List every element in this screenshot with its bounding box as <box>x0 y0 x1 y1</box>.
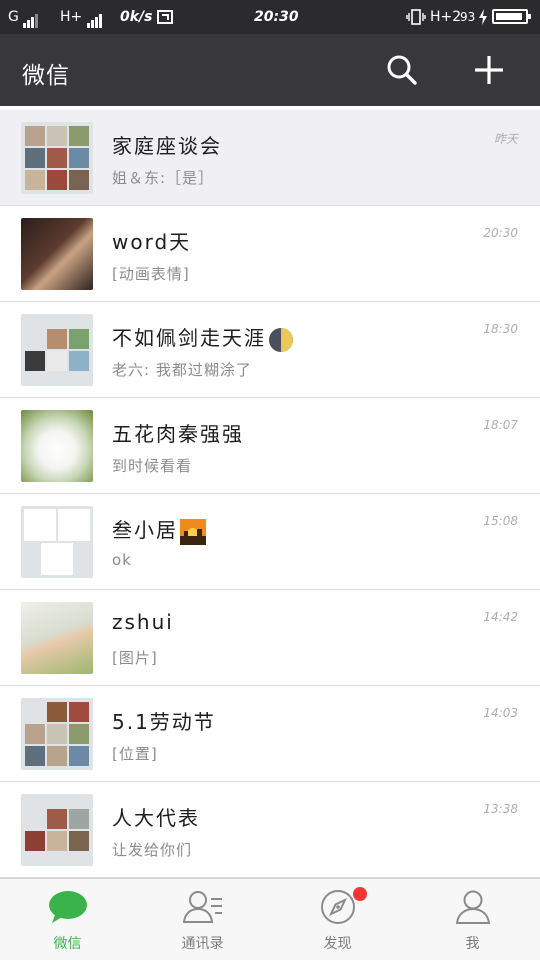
chat-name-text: 叁小居 <box>112 518 178 542</box>
network-speed: 0k/s <box>120 9 153 25</box>
chat-name: 人大代表 <box>112 806 200 830</box>
chat-time: 14:03 <box>483 706 518 720</box>
page-title: 微信 <box>22 63 70 89</box>
chat-row-zshui[interactable]: zshui [图片] 14:42 <box>0 590 540 686</box>
chat-row-labor-day[interactable]: 5.1劳动节 [位置] 14:03 <box>0 686 540 782</box>
group-avatar <box>21 698 93 770</box>
dog-avatar <box>21 410 93 482</box>
screenshot-icon <box>156 9 174 29</box>
add-button[interactable] <box>470 52 508 88</box>
chat-preview: 到时候看看 <box>112 457 193 475</box>
group-avatar <box>21 314 93 386</box>
chat-name: word天 <box>112 230 192 254</box>
network-type: H+2 <box>430 9 462 25</box>
search-icon <box>387 55 417 85</box>
chat-list: 家庭座谈会 姐＆东:［是］ 昨天 word天 [动画表情] 20:30 不如佩剑… <box>0 110 540 878</box>
chat-name-text: 不如佩剑走天涯 <box>112 326 266 350</box>
tab-wechat[interactable]: 微信 <box>0 879 135 960</box>
tab-label: 微信 <box>53 936 82 952</box>
user-avatar <box>21 602 93 674</box>
chat-row-sword[interactable]: 不如佩剑走天涯 老六: 我都过糊涂了 18:30 <box>0 302 540 398</box>
battery-icon <box>492 9 531 24</box>
chat-preview: 姐＆东:［是］ <box>112 169 215 187</box>
chat-preview: 让发给你们 <box>112 841 193 859</box>
chat-bubble-icon <box>48 891 87 923</box>
tab-discover[interactable]: 发现 <box>270 879 405 960</box>
chat-preview: 老六: 我都过糊涂了 <box>112 361 252 379</box>
moon-emoji-icon <box>269 327 293 352</box>
status-time: 20:30 <box>254 9 299 25</box>
tab-label: 我 <box>465 936 480 952</box>
chat-time: 18:07 <box>483 418 518 432</box>
contacts-icon <box>182 891 222 923</box>
chat-row-word[interactable]: word天 [动画表情] 20:30 <box>0 206 540 302</box>
chat-time: 15:08 <box>483 514 518 528</box>
chat-row-npc[interactable]: 人大代表 让发给你们 13:38 <box>0 782 540 878</box>
battery-percent: 93 <box>460 10 476 24</box>
group-avatar <box>21 506 93 578</box>
notification-badge <box>353 887 367 901</box>
header: 微信 <box>0 34 540 106</box>
chat-time: 18:30 <box>483 322 518 336</box>
carrier-label-1: G <box>8 9 19 25</box>
group-avatar <box>21 794 93 866</box>
chat-preview: [图片] <box>112 649 158 667</box>
tab-bar: 微信 通讯录 发现 我 <box>0 878 540 960</box>
chat-row-sanxiaoju[interactable]: 叁小居 ok 15:08 <box>0 494 540 590</box>
carrier-label-2: H+ <box>60 9 83 25</box>
chat-name: 5.1劳动节 <box>112 710 216 734</box>
chat-name: 叁小居 <box>112 514 206 545</box>
chat-preview: [动画表情] <box>112 265 190 283</box>
search-button[interactable] <box>384 52 420 88</box>
sunset-emoji-icon <box>180 518 206 545</box>
chat-time: 14:42 <box>483 610 518 624</box>
plus-icon <box>475 56 503 84</box>
tab-me[interactable]: 我 <box>405 879 540 960</box>
chat-row-pork[interactable]: 五花肉秦强强 到时候看看 18:07 <box>0 398 540 494</box>
chat-preview: [位置] <box>112 745 158 763</box>
chat-preview: ok <box>112 551 132 569</box>
chat-name: zshui <box>112 610 174 634</box>
chat-time: 13:38 <box>483 802 518 816</box>
signal-icon-2 <box>87 12 103 28</box>
chat-time: 20:30 <box>483 226 518 240</box>
signal-icon-1 <box>23 12 39 28</box>
user-avatar <box>21 218 93 290</box>
tab-label: 发现 <box>323 936 352 952</box>
person-icon <box>455 890 490 924</box>
chat-name: 家庭座谈会 <box>112 134 222 158</box>
chat-name: 五花肉秦强强 <box>112 422 244 446</box>
status-bar: G H+ 0k/s 20:30 H+2 93 <box>0 0 540 34</box>
chat-name: 不如佩剑走天涯 <box>112 322 294 353</box>
vibrate-icon <box>406 9 426 29</box>
charging-icon <box>478 9 488 29</box>
chat-row-family[interactable]: 家庭座谈会 姐＆东:［是］ 昨天 <box>0 110 540 206</box>
tab-contacts[interactable]: 通讯录 <box>135 879 270 960</box>
chat-time: 昨天 <box>493 132 518 146</box>
group-avatar <box>21 122 93 194</box>
battery-level <box>496 13 523 20</box>
tab-label: 通讯录 <box>181 936 224 952</box>
